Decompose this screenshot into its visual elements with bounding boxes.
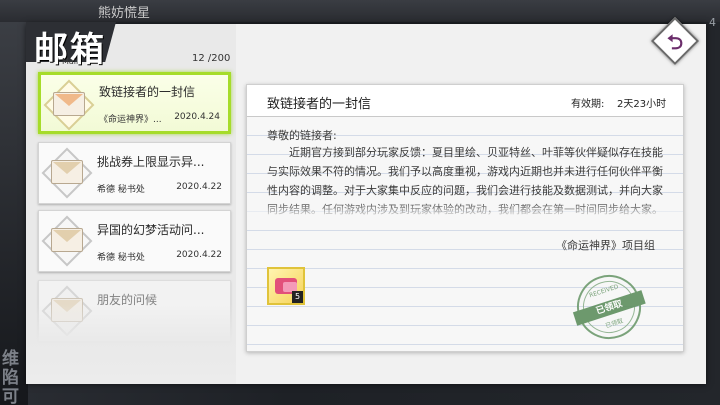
mail-content-panel: 致链接者的一封信 有效期: 2天23小时 尊敬的链接者: 近期官方接到部分玩家反…	[246, 84, 684, 352]
top-bar: 熊妨慌星	[0, 0, 720, 22]
mail-date: 2020.4.22	[176, 182, 222, 192]
mail-content-title: 致链接者的一封信	[267, 97, 372, 112]
mail-item[interactable]: 异国的幻梦活动问... 希德 秘书处 2020.4.22	[38, 210, 231, 272]
player-name: 熊妨慌星	[98, 6, 151, 21]
back-button[interactable]: ⮌	[650, 16, 700, 66]
mail-sender: 希德 秘书处	[97, 253, 145, 263]
mail-title: 挑战券上限显示异...	[97, 155, 205, 169]
mail-sender: 《命运神界》...	[99, 115, 162, 125]
mail-count: 12 /200	[192, 53, 231, 64]
mail-envelope-icon	[41, 147, 93, 199]
mail-item[interactable]: 致链接者的一封信 《命运神界》... 2020.4.24	[38, 72, 231, 134]
body-fade	[247, 201, 683, 219]
mail-item[interactable]: 朋友的问候	[38, 280, 231, 342]
mail-envelope-icon	[41, 215, 93, 267]
back-arrow-icon: ⮌	[666, 30, 684, 54]
attachment-quantity: 5	[292, 291, 303, 303]
mail-title: 致链接者的一封信	[99, 85, 196, 99]
mail-title: 朋友的问候	[97, 293, 158, 307]
validity-label: 有效期:	[571, 99, 605, 110]
mail-title: 异国的幻梦活动问...	[97, 223, 205, 237]
mail-item[interactable]: 挑战券上限显示异... 希德 秘书处 2020.4.22	[38, 142, 231, 204]
mail-envelope-icon	[43, 79, 95, 131]
attachment-item[interactable]: 5	[267, 267, 305, 305]
mail-envelope-icon	[41, 285, 93, 337]
mail-content-header: 致链接者的一封信 有效期: 2天23小时	[247, 85, 683, 117]
mail-date: 2020.4.24	[174, 112, 220, 122]
mail-sender: 希德 秘书处	[97, 185, 145, 195]
background-character-strip	[0, 22, 28, 405]
mail-signature: 《命运神界》项目组	[556, 239, 655, 252]
validity-value: 2天23小时	[617, 99, 667, 110]
background-counter: 4	[709, 16, 716, 29]
mail-date: 2020.4.22	[176, 250, 222, 260]
mail-greeting: 尊敬的链接者:	[267, 129, 337, 142]
page-subtitle: Mail	[62, 57, 79, 66]
